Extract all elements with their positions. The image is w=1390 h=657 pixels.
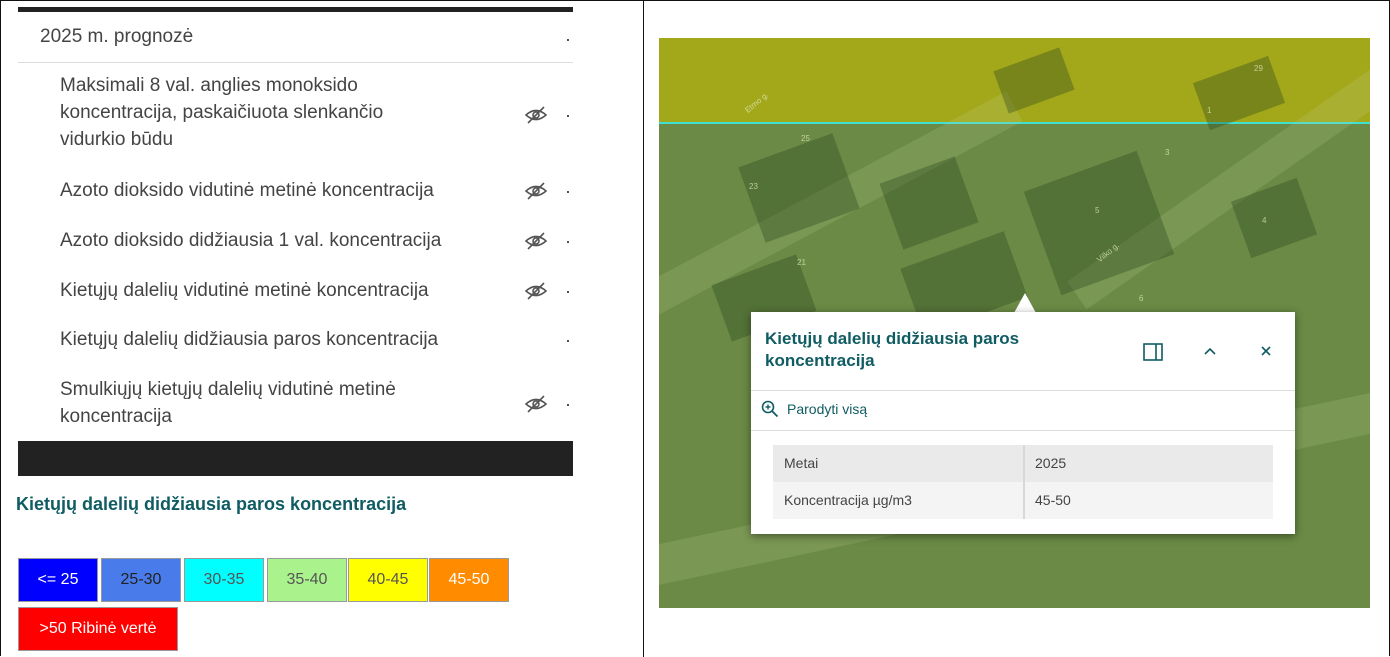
house-number: 4 — [1262, 216, 1267, 225]
building — [1023, 150, 1175, 296]
zoom-to-label: Parodyti visą — [787, 401, 868, 417]
attribute-table: Metai 2025 Koncentracija µg/m3 45-50 — [773, 445, 1273, 519]
house-number: 6 — [1139, 294, 1144, 303]
zoom-in-icon — [761, 400, 779, 418]
house-number: 3 — [1165, 148, 1170, 157]
layer-options-icon[interactable]: · — [565, 182, 571, 200]
house-number: 23 — [749, 182, 758, 191]
layer-options-icon[interactable]: · — [565, 282, 571, 300]
legend-label: 35-40 — [286, 571, 328, 588]
layer-group-title: 2025 m. prognozė — [40, 26, 194, 47]
table-row: Koncentracija µg/m3 45-50 — [773, 482, 1273, 519]
field-value: 45-50 — [1035, 492, 1071, 508]
panel-top-bar — [18, 7, 573, 12]
legend-item: 45-50 — [429, 558, 509, 602]
popup-separator — [751, 390, 1295, 391]
chevron-up-icon[interactable] — [1203, 345, 1217, 357]
eye-slash-icon[interactable] — [524, 394, 548, 414]
dock-panel-icon[interactable] — [1143, 343, 1163, 361]
panel-divider — [643, 0, 644, 657]
legend-title: Kietųjų dalelių didžiausia paros koncent… — [16, 494, 407, 514]
zoom-to-button[interactable]: Parodyti visą — [761, 400, 867, 418]
layer-item-co[interactable]: Maksimali 8 val. anglies monoksido konce… — [18, 72, 573, 156]
house-number: 5 — [1095, 206, 1100, 215]
eye-slash-icon[interactable] — [524, 281, 548, 301]
legend-label: >50 Ribinė vertė — [39, 620, 157, 637]
legend-item: >50 Ribinė vertė — [18, 607, 178, 651]
house-number: 21 — [797, 258, 806, 267]
legend-item: 35-40 — [267, 558, 347, 602]
layer-item-pm25-annual[interactable]: Smulkiųjų kietųjų dalelių vidutinė metin… — [18, 376, 573, 432]
popup-separator — [751, 430, 1295, 431]
layer-item-no2-hourly[interactable]: Azoto dioksido didžiausia 1 val. koncent… — [18, 227, 573, 257]
layer-item-no2-annual[interactable]: Azoto dioksido vidutinė metinė koncentra… — [18, 177, 573, 207]
legend-label: 40-45 — [367, 571, 409, 588]
layer-options-icon[interactable]: · — [565, 331, 571, 349]
feature-popup: Kietųjų dalelių didžiausia paros koncent… — [751, 312, 1295, 534]
field-name: Metai — [784, 455, 819, 471]
layer-group-2025[interactable]: 2025 m. prognozė · — [18, 14, 573, 63]
legend-label: 25-30 — [120, 571, 162, 588]
layer-label: Kietųjų dalelių vidutinė metinė koncentr… — [60, 280, 429, 301]
field-name: Koncentracija µg/m3 — [784, 492, 912, 508]
layer-options-icon[interactable]: · — [565, 106, 571, 124]
legend-label: 45-50 — [448, 571, 490, 588]
layer-label: Maksimali 8 val. anglies monoksido konce… — [60, 75, 384, 150]
legend-item: <= 25 — [18, 558, 98, 602]
house-number: 1 — [1207, 106, 1212, 115]
layer-label: Azoto dioksido vidutinė metinė koncentra… — [60, 180, 434, 201]
legend-label: <= 25 — [37, 571, 79, 588]
house-number: 25 — [801, 134, 810, 143]
legend-item: 40-45 — [348, 558, 428, 602]
eye-slash-icon[interactable] — [524, 231, 548, 251]
column-divider — [1023, 445, 1025, 482]
layer-list-panel: 2025 m. prognozė · Maksimali 8 val. angl… — [16, 0, 574, 657]
layer-options-icon[interactable]: · — [565, 395, 571, 413]
layer-label: Smulkiųjų kietųjų dalelių vidutinė metin… — [60, 379, 396, 427]
legend-item: 30-35 — [184, 558, 264, 602]
eye-slash-icon[interactable] — [524, 181, 548, 201]
field-value: 2025 — [1035, 455, 1067, 471]
layer-label: Kietųjų dalelių didžiausia paros koncent… — [60, 329, 439, 350]
layer-options-icon[interactable]: · — [565, 232, 571, 250]
layer-label: Azoto dioksido didžiausia 1 val. koncent… — [60, 230, 442, 251]
close-icon[interactable] — [1260, 345, 1272, 357]
layer-item-pm-annual[interactable]: Kietųjų dalelių vidutinė metinė koncentr… — [18, 277, 573, 307]
legend-label: 30-35 — [203, 571, 245, 588]
legend-item: 25-30 — [101, 558, 181, 602]
column-divider — [1023, 482, 1025, 519]
table-row: Metai 2025 — [773, 445, 1273, 482]
popup-pointer — [1014, 293, 1036, 313]
layer-item-pm-daily[interactable]: Kietųjų dalelių didžiausia paros koncent… — [18, 326, 573, 356]
panel-footer-bar — [18, 441, 573, 476]
eye-slash-icon[interactable] — [524, 105, 548, 125]
group-options-icon[interactable]: · — [565, 30, 571, 48]
popup-title: Kietųjų dalelių didžiausia paros koncent… — [765, 329, 1020, 370]
house-number: 29 — [1254, 64, 1263, 73]
